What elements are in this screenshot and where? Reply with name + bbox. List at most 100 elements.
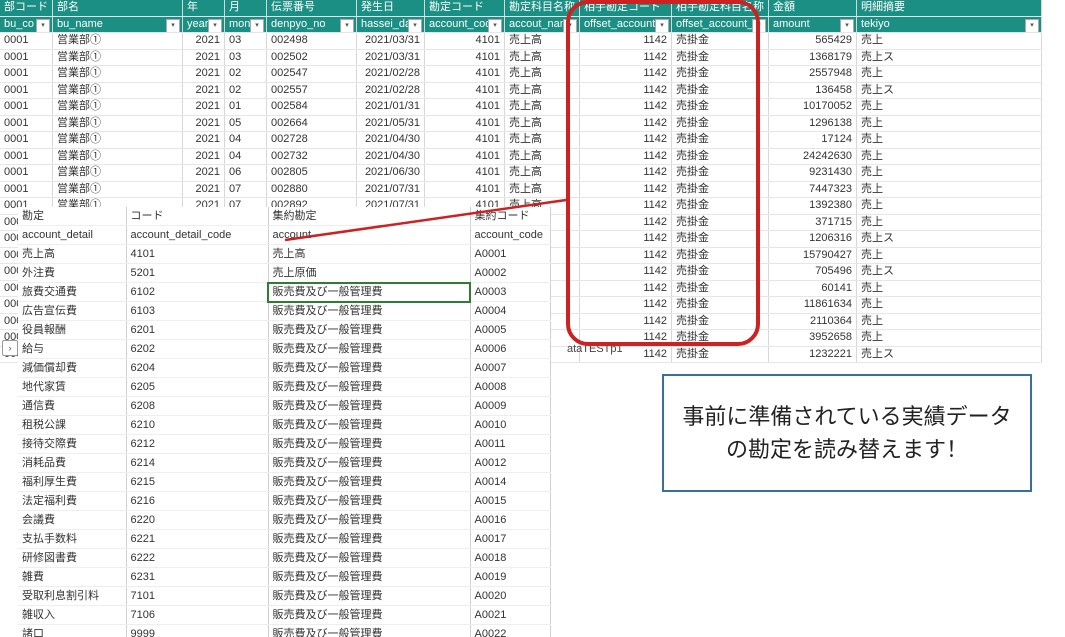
mapping-cell[interactable]: 給与 — [18, 340, 126, 359]
mapping-row[interactable]: 旅費交通費6102販売費及び一般管理費A0003 — [18, 283, 550, 302]
mapping-cell[interactable]: 租税公課 — [18, 416, 126, 435]
mapping-cell[interactable]: 広告宣伝費 — [18, 302, 126, 321]
cell[interactable]: 1142 — [580, 313, 672, 330]
mapping-row[interactable]: 研修図書費6222販売費及び一般管理費A0018 — [18, 549, 550, 568]
mapping-cell[interactable]: 7101 — [126, 587, 268, 606]
mapping-cell[interactable]: 販売費及び一般管理費 — [268, 359, 470, 378]
column-code-header[interactable]: hassei_da ▾ — [357, 16, 425, 33]
cell[interactable]: 1142 — [580, 214, 672, 231]
cell[interactable]: 0001 — [0, 115, 53, 132]
mapping-cell[interactable]: 集約勘定 — [268, 207, 470, 226]
column-header[interactable]: 伝票番号 — [267, 0, 357, 16]
cell[interactable]: 1142 — [580, 165, 672, 182]
mapping-cell[interactable]: A0011 — [470, 435, 550, 454]
cell[interactable]: 07 — [225, 181, 267, 198]
column-code-header[interactable]: month ▾ — [225, 16, 267, 33]
cell[interactable]: 1142 — [580, 132, 672, 149]
cell[interactable]: 17124 — [768, 132, 856, 149]
mapping-cell[interactable]: 販売費及び一般管理費 — [268, 549, 470, 568]
column-header[interactable]: 勘定コード — [425, 0, 505, 16]
cell[interactable]: 売上高 — [505, 132, 580, 149]
mapping-row[interactable]: 給与6202販売費及び一般管理費A0006 — [18, 340, 550, 359]
cell[interactable]: 売上高 — [505, 33, 580, 50]
cell[interactable]: 営業部① — [53, 165, 183, 182]
mapping-row[interactable]: 外注費5201売上原価A0002 — [18, 264, 550, 283]
cell[interactable]: 売上 — [856, 115, 1041, 132]
filter-dropdown-icon[interactable]: ▾ — [752, 19, 766, 33]
cell[interactable]: 0001 — [0, 33, 53, 50]
mapping-row[interactable]: 売上高4101売上高A0001 — [18, 245, 550, 264]
cell[interactable]: 002664 — [267, 115, 357, 132]
mapping-row[interactable]: 減価償却費6204販売費及び一般管理費A0007 — [18, 359, 550, 378]
table-row[interactable]: 0001営業部①2021060028052021/06/304101売上高114… — [0, 165, 1041, 182]
mapping-cell[interactable]: A0018 — [470, 549, 550, 568]
cell[interactable]: 0001 — [0, 148, 53, 165]
cell[interactable]: 4101 — [425, 99, 505, 116]
cell[interactable]: 売上 — [856, 297, 1041, 314]
mapping-cell[interactable]: 集約コード — [470, 207, 550, 226]
column-header[interactable]: 明細摘要 — [856, 0, 1041, 16]
column-code-header[interactable]: bu_co ▾ — [0, 16, 53, 33]
cell[interactable]: 1142 — [580, 247, 672, 264]
filter-dropdown-icon[interactable]: ▾ — [1025, 19, 1039, 33]
column-code-header[interactable]: year ▾ — [183, 16, 225, 33]
mapping-cell[interactable]: 外注費 — [18, 264, 126, 283]
filter-dropdown-icon[interactable]: ▾ — [488, 19, 502, 33]
mapping-cell[interactable]: 消耗品費 — [18, 454, 126, 473]
cell[interactable]: 売上高 — [505, 181, 580, 198]
cell[interactable]: 002732 — [267, 148, 357, 165]
table-row[interactable]: 0001営業部①2021070028802021/07/314101売上高114… — [0, 181, 1041, 198]
column-code-header[interactable]: bu_name ▾ — [53, 16, 183, 33]
cell[interactable]: 売上高 — [505, 148, 580, 165]
cell[interactable]: 売掛金 — [671, 330, 768, 347]
column-header[interactable]: 部名 — [53, 0, 183, 16]
cell[interactable]: 営業部① — [53, 132, 183, 149]
cell[interactable]: 2021 — [183, 99, 225, 116]
cell[interactable]: 2021 — [183, 49, 225, 66]
cell[interactable]: 02 — [225, 82, 267, 99]
cell[interactable]: 1142 — [580, 264, 672, 281]
cell[interactable]: 2110364 — [768, 313, 856, 330]
mapping-cell[interactable]: 通信費 — [18, 397, 126, 416]
cell[interactable]: 1142 — [580, 198, 672, 215]
filter-dropdown-icon[interactable]: ▾ — [408, 19, 422, 33]
mapping-cell[interactable]: 6212 — [126, 435, 268, 454]
column-header[interactable]: 部コード — [0, 0, 53, 16]
cell[interactable]: 1142 — [580, 115, 672, 132]
cell[interactable]: 371715 — [768, 214, 856, 231]
cell[interactable]: 売上 — [856, 181, 1041, 198]
cell[interactable]: 売掛金 — [671, 214, 768, 231]
cell[interactable]: 2021/07/31 — [357, 181, 425, 198]
cell[interactable]: 9231430 — [768, 165, 856, 182]
cell[interactable]: 136458 — [768, 82, 856, 99]
mapping-cell[interactable]: 4101 — [126, 245, 268, 264]
column-code-header[interactable]: denpyo_no ▾ — [267, 16, 357, 33]
mapping-cell[interactable]: 役員報酬 — [18, 321, 126, 340]
cell[interactable]: 営業部① — [53, 33, 183, 50]
cell[interactable]: 002880 — [267, 181, 357, 198]
cell[interactable]: 売上高 — [505, 82, 580, 99]
column-header[interactable]: 相手勘定コード — [580, 0, 672, 16]
cell[interactable]: 04 — [225, 132, 267, 149]
cell[interactable]: 3952658 — [768, 330, 856, 347]
cell[interactable]: 4101 — [425, 49, 505, 66]
cell[interactable]: 1232221 — [768, 346, 856, 363]
filter-dropdown-icon[interactable]: ▾ — [250, 19, 264, 33]
cell[interactable]: 2557948 — [768, 66, 856, 83]
column-code-header[interactable]: tekiyo ▾ — [856, 16, 1041, 33]
mapping-cell[interactable]: 旅費交通費 — [18, 283, 126, 302]
cell[interactable]: 705496 — [768, 264, 856, 281]
cell[interactable]: 2021/04/30 — [357, 148, 425, 165]
filter-dropdown-icon[interactable]: ▾ — [563, 19, 577, 33]
cell[interactable]: 売掛金 — [671, 313, 768, 330]
cell[interactable]: 4101 — [425, 33, 505, 50]
column-header[interactable]: 年 — [183, 0, 225, 16]
cell[interactable]: 2021 — [183, 33, 225, 50]
cell[interactable]: 売上ス — [856, 49, 1041, 66]
cell[interactable]: 06 — [225, 165, 267, 182]
cell[interactable]: 2021/03/31 — [357, 33, 425, 50]
mapping-cell[interactable]: 6222 — [126, 549, 268, 568]
mapping-row[interactable]: 接待交際費6212販売費及び一般管理費A0011 — [18, 435, 550, 454]
cell[interactable]: 7447323 — [768, 181, 856, 198]
cell[interactable]: 05 — [225, 115, 267, 132]
